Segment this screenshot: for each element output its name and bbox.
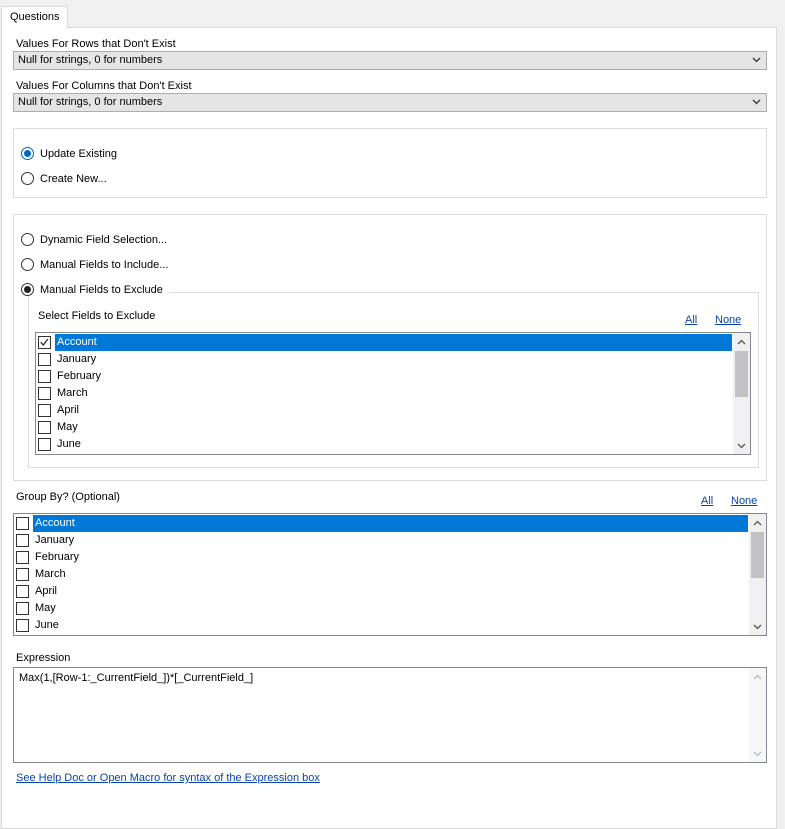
list-item[interactable]: February — [38, 368, 101, 385]
list-item-label: January — [35, 534, 75, 546]
list-item[interactable]: Account — [38, 334, 732, 351]
chevron-down-icon — [752, 57, 761, 63]
radio-manual-exclude[interactable]: Manual Fields to Exclude — [21, 283, 169, 296]
radio-create-new-indicator — [21, 172, 34, 185]
radio-manual-exclude-label: Manual Fields to Exclude — [40, 283, 163, 296]
tab-questions[interactable]: Questions — [1, 6, 68, 28]
list-item[interactable]: Account — [16, 515, 748, 532]
checkbox-april[interactable] — [38, 404, 51, 417]
scroll-up-icon[interactable] — [749, 668, 766, 685]
expression-textarea[interactable]: Max(1,[Row-1:_CurrentField_])*[_CurrentF… — [13, 667, 767, 763]
checkbox-march[interactable] — [16, 568, 29, 581]
cols-missing-label: Values For Columns that Don't Exist — [16, 80, 192, 92]
radio-update-existing[interactable]: Update Existing — [21, 147, 117, 160]
group-by-list-scrollbar[interactable] — [749, 514, 766, 635]
checkbox-may[interactable] — [16, 602, 29, 615]
list-item-label: June — [57, 438, 81, 450]
group-by-all-link[interactable]: All — [701, 495, 713, 507]
radio-manual-exclude-indicator — [21, 283, 34, 296]
radio-manual-include-indicator — [21, 258, 34, 271]
list-item-label: Account — [33, 515, 748, 532]
scroll-thumb[interactable] — [751, 532, 764, 578]
rows-missing-label: Values For Rows that Don't Exist — [16, 38, 176, 50]
radio-manual-include[interactable]: Manual Fields to Include... — [21, 258, 168, 271]
list-item[interactable]: April — [16, 583, 57, 600]
checkbox-march[interactable] — [38, 387, 51, 400]
scroll-down-icon[interactable] — [733, 437, 750, 454]
exclude-fields-list[interactable]: Account January February March April May… — [35, 332, 751, 455]
radio-create-new[interactable]: Create New... — [21, 172, 107, 185]
group-by-none-link[interactable]: None — [731, 495, 757, 507]
list-item[interactable]: May — [38, 419, 78, 436]
checkbox-may[interactable] — [38, 421, 51, 434]
list-item[interactable]: March — [16, 566, 66, 583]
radio-create-new-label: Create New... — [40, 172, 107, 185]
check-icon — [40, 338, 49, 346]
scroll-down-icon[interactable] — [749, 618, 766, 635]
list-item[interactable]: January — [38, 351, 96, 368]
checkbox-account[interactable] — [16, 517, 29, 530]
scroll-up-icon[interactable] — [733, 333, 750, 350]
checkbox-account[interactable] — [38, 336, 51, 349]
scroll-up-icon[interactable] — [749, 514, 766, 531]
radio-dynamic-label: Dynamic Field Selection... — [40, 233, 168, 246]
radio-dynamic-indicator — [21, 233, 34, 246]
scroll-thumb[interactable] — [735, 351, 748, 397]
list-item-label: March — [57, 387, 88, 399]
rows-missing-value: Null for strings, 0 for numbers — [18, 54, 163, 66]
list-item[interactable]: April — [38, 402, 79, 419]
checkbox-february[interactable] — [16, 551, 29, 564]
exclude-list-scrollbar[interactable] — [733, 333, 750, 454]
list-item-label: April — [35, 585, 58, 597]
list-item-label: April — [57, 404, 80, 416]
radio-manual-include-label: Manual Fields to Include... — [40, 258, 169, 271]
exclude-all-link[interactable]: All — [685, 314, 697, 326]
checkbox-january[interactable] — [16, 534, 29, 547]
expression-scrollbar[interactable] — [749, 668, 766, 762]
list-item-label: June — [35, 619, 59, 631]
list-item-label: May — [57, 421, 78, 433]
mode-group — [13, 128, 767, 198]
list-item-label: May — [35, 602, 56, 614]
checkbox-june[interactable] — [16, 619, 29, 632]
expression-label: Expression — [16, 652, 71, 664]
checkbox-april[interactable] — [16, 585, 29, 598]
tab-questions-label: Questions — [10, 11, 60, 23]
radio-dynamic-field-selection[interactable]: Dynamic Field Selection... — [21, 233, 167, 246]
exclude-none-link[interactable]: None — [715, 314, 741, 326]
list-item[interactable]: March — [38, 385, 88, 402]
checkbox-january[interactable] — [38, 353, 51, 366]
checkbox-june[interactable] — [38, 438, 51, 451]
list-item-label: February — [57, 370, 102, 382]
expression-value: Max(1,[Row-1:_CurrentField_])*[_CurrentF… — [19, 672, 254, 684]
list-item[interactable]: February — [16, 549, 79, 566]
list-item[interactable]: May — [16, 600, 56, 617]
chevron-down-icon — [752, 99, 761, 105]
list-item-label: February — [35, 551, 80, 563]
cols-missing-dropdown[interactable]: Null for strings, 0 for numbers — [13, 93, 767, 112]
rows-missing-dropdown[interactable]: Null for strings, 0 for numbers — [13, 51, 767, 70]
scroll-down-icon[interactable] — [749, 745, 766, 762]
radio-update-existing-indicator — [21, 147, 34, 160]
group-by-label: Group By? (Optional) — [16, 491, 120, 503]
list-item-label: January — [57, 353, 97, 365]
list-item[interactable]: January — [16, 532, 74, 549]
checkbox-february[interactable] — [38, 370, 51, 383]
exclude-list-label: Select Fields to Exclude — [38, 310, 156, 322]
help-doc-link[interactable]: See Help Doc or Open Macro for syntax of… — [16, 772, 320, 784]
list-item[interactable]: June — [16, 617, 59, 634]
group-by-fields-list[interactable]: Account January February March April May… — [13, 513, 767, 636]
cols-missing-value: Null for strings, 0 for numbers — [18, 96, 163, 108]
list-item[interactable]: June — [38, 436, 81, 453]
list-item-label: March — [35, 568, 66, 580]
list-item-label: Account — [55, 334, 732, 351]
radio-update-existing-label: Update Existing — [40, 147, 118, 160]
